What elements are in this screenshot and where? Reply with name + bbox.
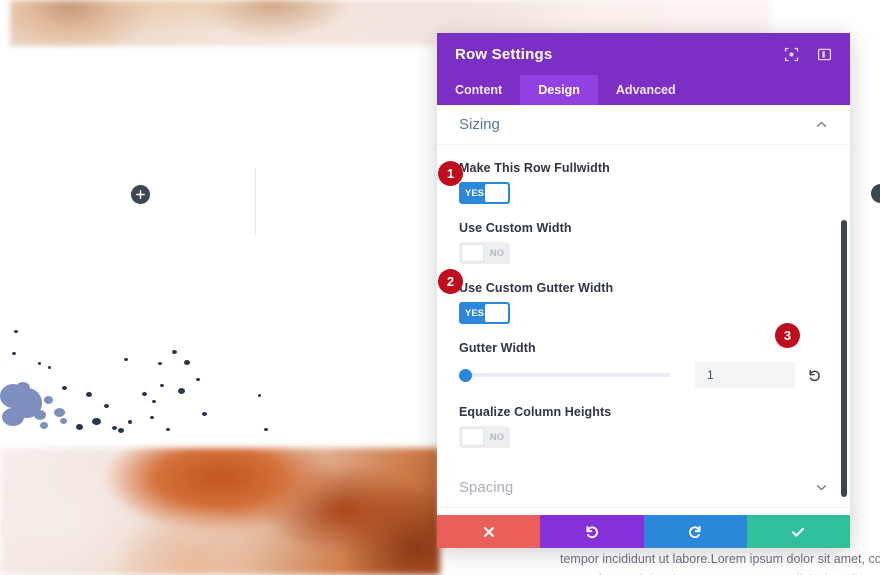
check-icon: [790, 524, 806, 540]
field-label: Use Custom Width: [459, 221, 572, 235]
callout-badge-3: 3: [775, 323, 800, 348]
redo-button[interactable]: [643, 515, 747, 548]
field-label: Equalize Column Heights: [459, 405, 612, 419]
edge-control-button[interactable]: [871, 184, 880, 203]
row-settings-modal: Row Settings Content Design Advanced Siz…: [437, 33, 850, 548]
redo-icon: [687, 524, 703, 540]
field-equalize-column-heights: Equalize Column Heights NO: [459, 405, 828, 448]
tab-content[interactable]: Content: [437, 75, 520, 105]
body-line-3: Lorem ipsum dolor sit amet, consectetur …: [560, 570, 880, 575]
section-spacing[interactable]: Spacing: [437, 468, 850, 508]
reset-arrow-icon[interactable]: [807, 368, 822, 383]
section-spacing-title: Spacing: [459, 479, 514, 496]
slider-handle[interactable]: [459, 368, 472, 382]
toggle-use-custom-width[interactable]: NO: [459, 242, 510, 264]
chevron-down-icon: [815, 481, 828, 494]
toggle-knob: [485, 304, 508, 322]
paint-splatter-image: [0, 300, 440, 450]
gutter-width-control: 1: [459, 362, 828, 388]
field-label: Make This Row Fullwidth: [459, 161, 610, 175]
undo-button[interactable]: [540, 515, 644, 548]
field-use-custom-gutter-width: Use Custom Gutter Width YES: [459, 281, 828, 324]
chevron-up-icon: [815, 118, 828, 131]
toggle-equalize-column-heights[interactable]: NO: [459, 426, 510, 448]
modal-scrollbar[interactable]: [841, 220, 847, 497]
field-label: Gutter Width: [459, 341, 536, 355]
tab-design[interactable]: Design: [520, 75, 598, 105]
dock-layout-icon[interactable]: [817, 47, 832, 62]
column-divider: [255, 168, 256, 236]
callout-badge-2: 2: [438, 269, 463, 294]
field-use-custom-width: Use Custom Width NO: [459, 221, 828, 264]
toggle-knob: [485, 184, 508, 202]
toggle-knob: [461, 428, 484, 446]
header-icon-group: [784, 47, 832, 62]
gutter-width-slider[interactable]: [459, 367, 671, 383]
tab-advanced[interactable]: Advanced: [598, 75, 694, 105]
add-module-button[interactable]: [131, 185, 150, 204]
slider-track: [459, 373, 671, 377]
field-gutter-width: Gutter Width 1: [459, 341, 828, 388]
save-button[interactable]: [746, 515, 850, 548]
section-sizing[interactable]: Sizing: [437, 105, 850, 145]
expand-icon[interactable]: [784, 47, 799, 62]
toggle-knob: [461, 244, 484, 262]
modal-title: Row Settings: [455, 45, 553, 63]
toggle-value: NO: [489, 431, 504, 443]
modal-body: Sizing Make This Row Fullwidth YES Use C…: [437, 105, 850, 515]
close-icon: [482, 525, 496, 539]
toggle-use-custom-gutter-width[interactable]: YES: [459, 302, 510, 324]
callout-badge-1: 1: [438, 161, 463, 186]
undo-icon: [584, 524, 600, 540]
modal-footer: [437, 515, 850, 548]
toggle-make-row-fullwidth[interactable]: YES: [459, 182, 510, 204]
portrait-image: [0, 448, 440, 575]
section-border[interactable]: Border: [437, 508, 850, 515]
gutter-width-input[interactable]: 1: [695, 362, 795, 388]
toggle-value: NO: [489, 247, 504, 259]
modal-tabs: Content Design Advanced: [437, 75, 850, 105]
field-label: Use Custom Gutter Width: [459, 281, 614, 295]
cancel-button[interactable]: [437, 515, 541, 548]
modal-header: Row Settings: [437, 33, 850, 75]
plus-icon: [136, 190, 145, 199]
section-sizing-title: Sizing: [459, 116, 500, 133]
sizing-fields: Make This Row Fullwidth YES Use Custom W…: [437, 145, 850, 468]
body-line-2: tempor incididunt ut labore.Lorem ipsum …: [560, 552, 880, 566]
field-make-row-fullwidth: Make This Row Fullwidth YES: [459, 161, 828, 204]
